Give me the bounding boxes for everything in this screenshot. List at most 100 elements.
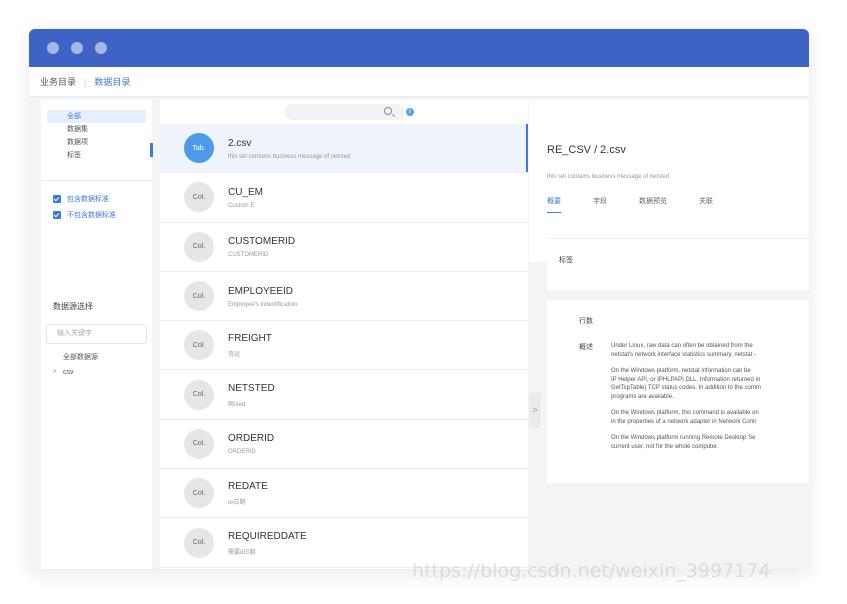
avatar: Col. [184, 281, 214, 312]
overview-line: On the Windows platform running Remote D… [611, 435, 756, 441]
keyword-input[interactable]: 输入关键字 [46, 324, 147, 344]
list-item[interactable]: Col. REDATE re日期 [160, 469, 528, 519]
avatar: Col. [184, 330, 214, 361]
result-list: Tab. 2.csv this set contains business mess… [160, 124, 528, 568]
info-icon[interactable]: i [406, 108, 414, 116]
nav-separator: | [84, 76, 87, 87]
list-item-name: REDATE [228, 481, 268, 493]
app-window: 业务目录 | 数据目录 全部 数据集 数据项 标签 包含数据标准 不包含数据标准… [29, 29, 809, 569]
scroll-indicator[interactable] [150, 143, 153, 157]
divider [41, 180, 152, 181]
list-item-description: this set contains business message of ne… [228, 153, 351, 160]
list-item-name: CU_EM [228, 186, 264, 198]
list-item-description: 网sted [228, 401, 246, 408]
list-item-text: REQUIREDDATE 需要d日期 [228, 530, 307, 556]
avatar: Col. [184, 428, 214, 459]
avatar: Tab. [184, 133, 214, 164]
overview-paragraph: On the Windows platform, netstat informa… [611, 367, 809, 401]
avatar: Col. [184, 478, 214, 509]
source-item-csv[interactable]: > csv [41, 365, 152, 380]
breadcrumb: 业务目录 | 数据目录 [29, 67, 809, 97]
window-dot-icon[interactable] [95, 42, 107, 54]
source-label: 全部数据源 [63, 354, 98, 361]
list-item[interactable]: Tab. 2.csv this set contains business mess… [160, 124, 528, 174]
watermark: https://blog.csdn.net/weixin_3997174 [412, 560, 771, 582]
tag-section: 标签 [547, 238, 809, 290]
list-item-name: NETSTED [228, 382, 275, 394]
checkbox-label: 不包含数据标准 [67, 212, 116, 219]
overview-paragraph: On the Windows platform running Remote D… [611, 434, 809, 451]
overview-row: 概述 Under Linux, raw data can often be ob… [547, 342, 809, 459]
filter-panel: 全部 数据集 数据项 标签 包含数据标准 不包含数据标准 数据源选择 输入关键字… [41, 100, 152, 569]
search-icon[interactable] [384, 107, 392, 115]
list-item-description: Custom E [228, 202, 255, 209]
checkbox-checked-icon[interactable] [53, 195, 61, 203]
tree-item-dataset[interactable]: 数据集 [47, 123, 146, 136]
overview-text: Under Linux, raw data can often be obtai… [611, 342, 809, 459]
source-label: csv [63, 369, 74, 376]
overview-label: 概述 [579, 344, 593, 351]
detail-subtitle: this set contains business message of ne… [547, 174, 670, 180]
list-item-text: NETSTED 网sted [228, 382, 275, 408]
avatar: Col. [184, 182, 214, 213]
search-input[interactable] [284, 104, 404, 120]
window-dot-icon[interactable] [47, 42, 59, 54]
titlebar [29, 29, 809, 67]
tab-fields[interactable]: 字段 [593, 196, 607, 213]
list-item-name: CUSTOMERID [228, 236, 296, 248]
tree-item-all[interactable]: 全部 [47, 110, 146, 123]
list-item[interactable]: Col. FREIGHT 货运 [160, 321, 528, 371]
avatar: Col. [184, 527, 214, 558]
checkbox-label: 包含数据标准 [67, 196, 109, 203]
checkbox-checked-icon[interactable] [53, 211, 61, 219]
list-item-description: 货运 [228, 352, 241, 359]
include-standard-checkbox[interactable]: 包含数据标准 [41, 191, 152, 207]
avatar: Col. [184, 231, 214, 262]
search-row: i [160, 100, 528, 124]
tree-item-tag[interactable]: 标签 [47, 149, 146, 162]
list-item[interactable]: Col. ORDERID ORDERID [160, 420, 528, 470]
overview-line: IP Helper API, or IPHLPAPI.DLL. Informat… [611, 376, 761, 383]
nav-data-catalog[interactable]: 数据目录 [94, 75, 130, 88]
main-body: 全部 数据集 数据项 标签 包含数据标准 不包含数据标准 数据源选择 输入关键字… [29, 97, 809, 569]
list-item-description: re日期 [228, 500, 246, 507]
list-item-text: CU_EM Custom E [228, 186, 263, 209]
overview-paragraph: Under Linux, raw data can often be obtai… [611, 342, 809, 359]
list-item-description: ORDERID [228, 449, 256, 456]
overview-line: GetTcpTable) TCP status codes. In additi… [611, 385, 761, 391]
rows-label: 行数 [579, 318, 593, 325]
list-item-name: EMPLOYEEID [228, 285, 294, 297]
list-item-text: CUSTOMERID CUSTOMERID [228, 235, 295, 258]
list-item-description: CUSTOMERID [228, 252, 269, 259]
overview-line: programs are available. [611, 393, 674, 400]
list-item-description: 需要d日期 [228, 549, 256, 556]
overview-line: On the Windows platform, netstat informa… [611, 368, 751, 374]
list-item[interactable]: Col. CU_EM Custom E [160, 173, 528, 223]
list-item[interactable]: Col. EMPLOYEEID Employee's indentification [160, 272, 528, 322]
list-item-name: 2.csv [228, 137, 252, 149]
tab-relations[interactable]: 关联 [699, 196, 713, 213]
tree-item-dataitem[interactable]: 数据项 [47, 136, 146, 149]
list-item-text: ORDERID ORDERID [228, 432, 274, 455]
overview-line: Under Linux, raw data can often be obtai… [611, 343, 753, 349]
source-item-all[interactable]: 全部数据源 [41, 350, 152, 365]
overview-line: in the properties of a network adapter i… [611, 418, 757, 425]
tab-data-preview[interactable]: 数据预览 [639, 196, 667, 213]
list-item[interactable]: Col. NETSTED 网sted [160, 370, 528, 420]
overview-line: netstat's network interface statistics s… [611, 351, 757, 358]
rows-count-row: 行数 [547, 316, 809, 326]
nav-business-catalog[interactable]: 业务目录 [40, 75, 76, 88]
tab-overview[interactable]: 概要 [547, 196, 561, 213]
overview-paragraph: On the Windows platform, this command is… [611, 409, 809, 426]
exclude-standard-checkbox[interactable]: 不包含数据标准 [41, 207, 152, 223]
list-item[interactable]: Col. CUSTOMERID CUSTOMERID [160, 223, 528, 272]
overview-section: 行数 概述 Under Linux, raw data can often be… [547, 300, 809, 483]
window-dot-icon[interactable] [71, 42, 83, 54]
caret-right-icon[interactable]: > [53, 365, 57, 380]
detail-tabs: 概要 字段 数据预览 关联 [547, 196, 809, 213]
overview-line: On the Windows platform, this command is… [611, 410, 759, 416]
list-item-text: REDATE re日期 [228, 480, 268, 506]
result-list-panel: i Tab. 2.csv this set contains business me… [160, 100, 528, 569]
avatar: Col. [184, 379, 214, 410]
list-item-text: 2.csv this set contains business message … [228, 137, 350, 160]
